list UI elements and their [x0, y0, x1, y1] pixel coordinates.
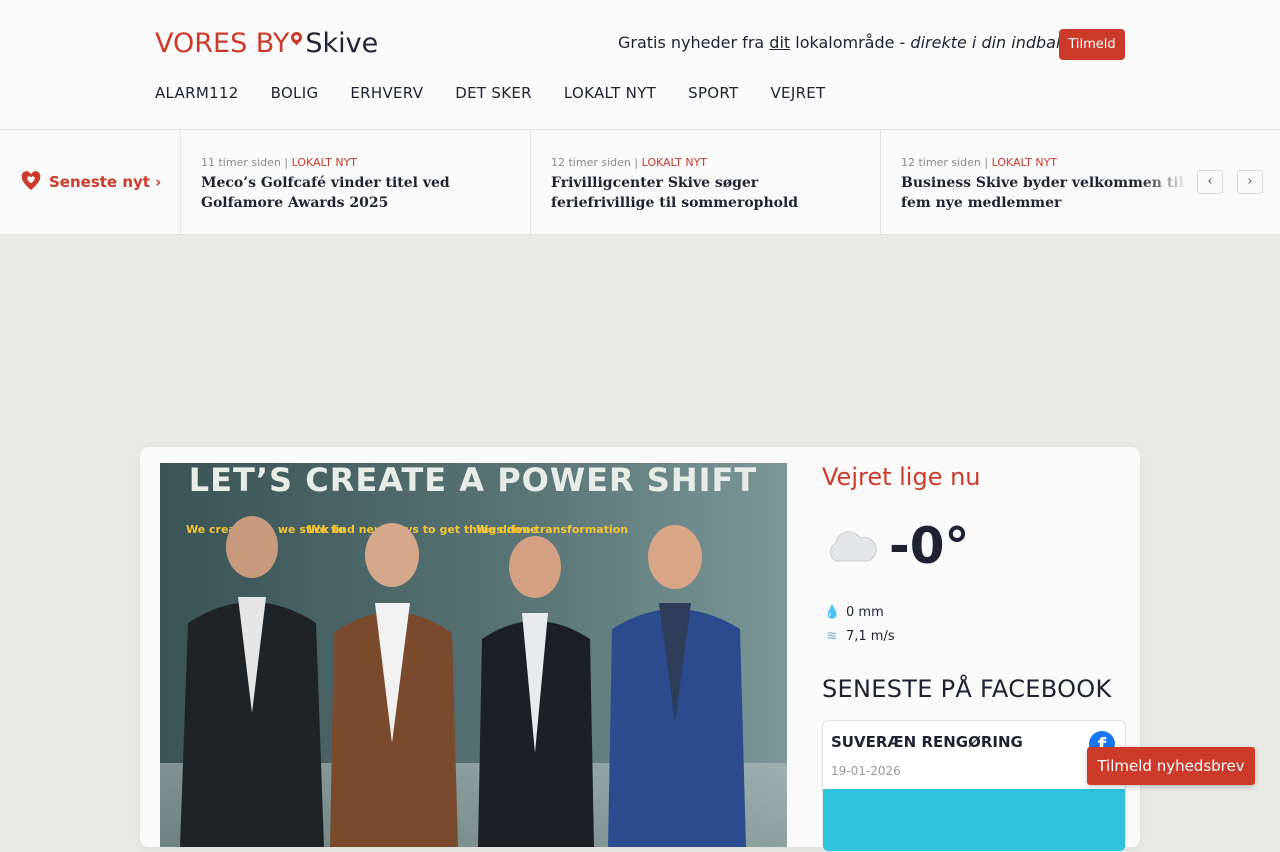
logo-city: Skive: [305, 28, 379, 59]
weather-precipitation-row: 💧 0 mm: [824, 605, 884, 620]
story-time: 12 timer siden: [551, 156, 631, 169]
nav-item-erhverv[interactable]: ERHVERV: [350, 84, 423, 102]
subscribe-button[interactable]: Tilmeld: [1059, 29, 1125, 60]
nav-item-det-sker[interactable]: DET SKER: [455, 84, 532, 102]
nav-item-sport[interactable]: SPORT: [688, 84, 738, 102]
nav-item-vejret[interactable]: VEJRET: [771, 84, 826, 102]
weather-temperature: -0°: [889, 517, 970, 575]
ticker-story[interactable]: 12 timer siden | LOKALT NYT Frivilligcen…: [531, 130, 881, 234]
story-time: 11 timer siden: [201, 156, 281, 169]
latest-news-link[interactable]: Seneste nyt ›: [0, 130, 181, 234]
location-pin-icon: [289, 29, 305, 46]
facebook-section-title: SENESTE PÅ FACEBOOK: [822, 675, 1112, 703]
hero-image[interactable]: LET’S CREATE A POWER SHIFT We create tr.…: [160, 463, 787, 847]
story-headline[interactable]: Frivilligcenter Skive søger feriefrivill…: [551, 173, 860, 213]
header-tagline: Gratis nyheder fra dit lokalområde - dir…: [618, 33, 1084, 52]
weather-wind: 7,1 m/s: [846, 629, 895, 644]
latest-news-label: Seneste nyt ›: [49, 173, 162, 191]
news-ticker: Seneste nyt › 11 timer siden | LOKALT NY…: [0, 130, 1280, 235]
raindrop-icon: 💧: [824, 605, 841, 620]
main-content-card: LET’S CREATE A POWER SHIFT We create tr.…: [140, 447, 1140, 852]
story-category[interactable]: LOKALT NYT: [992, 156, 1057, 169]
tagline-dit: dit: [769, 33, 791, 52]
tagline-mid: lokalområde -: [790, 33, 911, 52]
facebook-post-date: 19-01-2026: [831, 764, 901, 778]
site-header: VORES BY Skive Gratis nyheder fra dit lok…: [0, 0, 1280, 130]
site-logo[interactable]: VORES BY Skive: [155, 26, 378, 62]
nav-item-alarm112[interactable]: ALARM112: [155, 84, 239, 102]
weather-wind-row: ≋ 7,1 m/s: [824, 629, 895, 644]
logo-brand: VORES BY: [155, 28, 290, 59]
nav-item-bolig[interactable]: BOLIG: [271, 84, 319, 102]
newsletter-signup-button[interactable]: Tilmeld nyhedsbrev: [1087, 747, 1255, 785]
weather-precipitation: 0 mm: [846, 605, 884, 620]
nav-item-lokalt-nyt[interactable]: LOKALT NYT: [564, 84, 656, 102]
story-meta: 12 timer siden | LOKALT NYT: [551, 156, 708, 169]
ticker-story[interactable]: 11 timer siden | LOKALT NYT Meco’s Golfc…: [181, 130, 531, 234]
main-nav: ALARM112 BOLIG ERHVERV DET SKER LOKALT N…: [155, 84, 826, 102]
facebook-post-title: SUVERÆN RENGØRING: [831, 733, 1023, 751]
cloud-icon: [829, 531, 877, 562]
story-headline[interactable]: Meco’s Golfcafé vinder titel ved Golfamo…: [201, 173, 510, 213]
ticker-next-button[interactable]: ›: [1237, 170, 1263, 194]
hero-col3-text: We drive transformation: [476, 523, 628, 536]
heart-location-icon: [21, 171, 41, 191]
ticker-prev-button[interactable]: ‹: [1197, 170, 1223, 194]
story-meta: 11 timer siden | LOKALT NYT: [201, 156, 358, 169]
weather-title: Vejret lige nu: [822, 463, 981, 491]
wind-icon: ≋: [826, 629, 838, 644]
story-time: 12 timer siden: [901, 156, 981, 169]
hero-sign-text: LET’S CREATE A POWER SHIFT: [189, 463, 757, 499]
facebook-post-image: [823, 789, 1125, 851]
facebook-post[interactable]: SUVERÆN RENGØRING 19-01-2026 f: [822, 720, 1126, 852]
story-category[interactable]: LOKALT NYT: [642, 156, 707, 169]
tagline-prefix: Gratis nyheder fra: [618, 33, 770, 52]
story-category[interactable]: LOKALT NYT: [292, 156, 357, 169]
